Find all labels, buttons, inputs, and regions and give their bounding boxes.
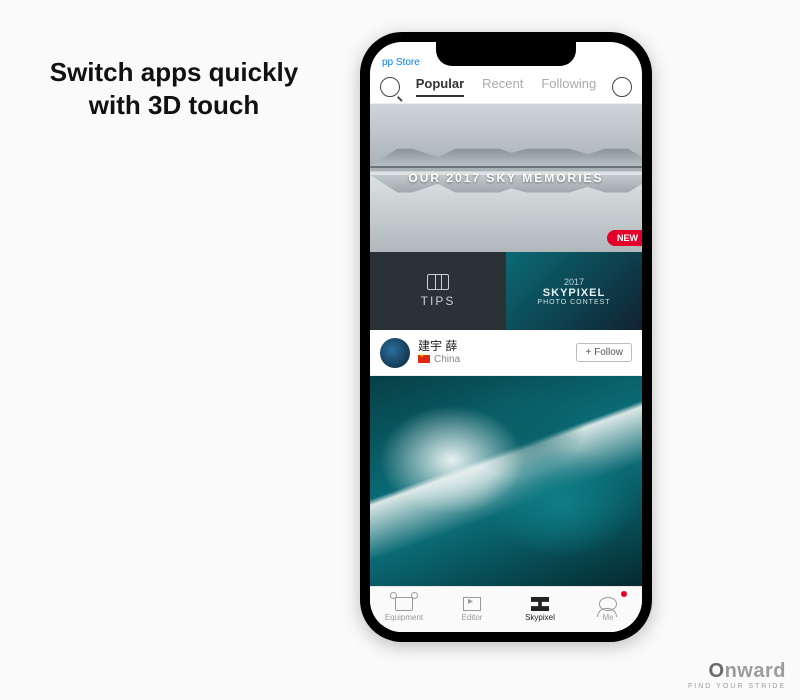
post-author-row: 建宇 薛 China + Follow (370, 330, 642, 376)
profile-icon[interactable] (612, 77, 632, 97)
hero-title: OUR 2017 SKY MEMORIES (408, 171, 603, 185)
flag-icon (418, 355, 430, 363)
brand-name: Onward (688, 660, 786, 683)
tab-editor[interactable]: Editor (438, 587, 506, 632)
search-icon[interactable] (380, 77, 400, 97)
tab-skypixel[interactable]: Skypixel (506, 587, 574, 632)
contest-year: 2017 (564, 277, 584, 287)
bottom-tab-bar: Equipment Editor Skypixel Me (370, 586, 642, 632)
tab-me[interactable]: Me (574, 587, 642, 632)
new-badge: NEW (607, 230, 642, 246)
map-icon (427, 274, 449, 290)
feed-tabs: Popular Recent Following (406, 76, 606, 97)
tab-editor-label: Editor (462, 613, 483, 622)
hero-art-mountains (370, 137, 642, 167)
notch (436, 42, 576, 66)
back-to-appstore-link[interactable]: pp Store (382, 57, 420, 68)
skypixel-icon (531, 597, 549, 611)
tab-recent[interactable]: Recent (482, 76, 523, 97)
tab-equipment-label: Equipment (385, 613, 423, 622)
follow-button-label: Follow (594, 347, 623, 358)
top-nav: Popular Recent Following (370, 70, 642, 104)
brand-name-rest: nward (725, 660, 786, 682)
contest-title: SKYPIXEL (543, 287, 605, 299)
avatar[interactable] (380, 338, 410, 368)
hero-banner[interactable]: OUR 2017 SKY MEMORIES NEW (370, 104, 642, 252)
person-icon (599, 597, 617, 611)
drone-icon (395, 597, 413, 611)
tab-skypixel-label: Skypixel (525, 613, 555, 622)
notification-dot (621, 591, 627, 597)
phone-screen: pp Store Popular Recent Following OUR 20… (370, 42, 642, 632)
tab-equipment[interactable]: Equipment (370, 587, 438, 632)
promo-row: TIPS 2017 SKYPIXEL PHOTO CONTEST (370, 252, 642, 330)
promo-headline: Switch apps quickly with 3D touch (34, 56, 314, 121)
post-image[interactable] (370, 376, 642, 586)
contest-tile[interactable]: 2017 SKYPIXEL PHOTO CONTEST (506, 252, 642, 330)
author-info: 建宇 薛 China (418, 340, 568, 364)
author-name[interactable]: 建宇 薛 (418, 340, 568, 353)
tab-popular[interactable]: Popular (416, 76, 464, 97)
contest-subtitle: PHOTO CONTEST (537, 299, 610, 306)
brand-tagline: FIND YOUR STRIDE (688, 683, 786, 690)
tips-label: TIPS (421, 294, 456, 308)
editor-icon (463, 597, 481, 611)
brand-name-accent: O (709, 660, 725, 682)
brand-logo: Onward FIND YOUR STRIDE (688, 660, 786, 690)
author-location: China (418, 354, 568, 365)
tips-tile[interactable]: TIPS (370, 252, 506, 330)
follow-button[interactable]: + Follow (576, 343, 632, 362)
tab-following[interactable]: Following (541, 76, 596, 97)
phone-frame: pp Store Popular Recent Following OUR 20… (360, 32, 652, 642)
author-location-text: China (434, 354, 460, 365)
